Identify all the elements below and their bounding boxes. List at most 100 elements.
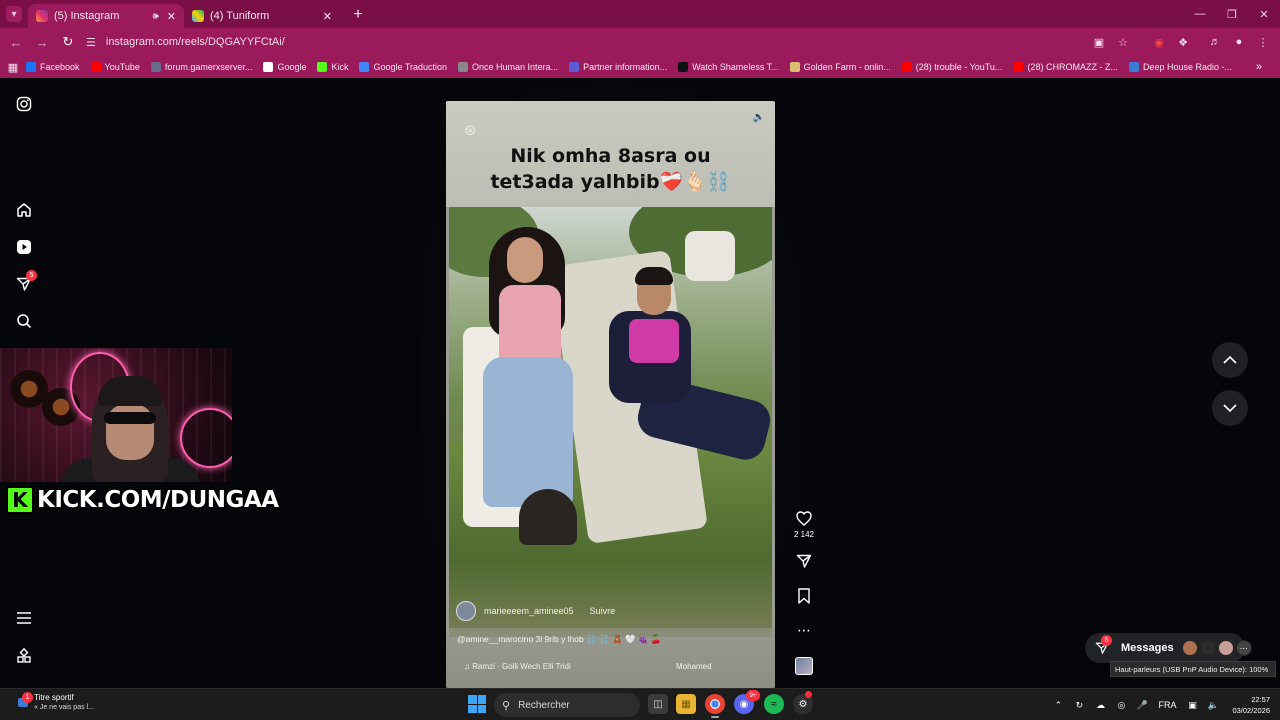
media-control-icon[interactable]: ♬ — [1204, 31, 1226, 53]
speaker-icon[interactable]: 🔈 — [1204, 700, 1222, 711]
bookmark-item[interactable]: (28) CHROMAZZ - Z... — [1013, 62, 1118, 72]
show-hidden-icons-icon[interactable]: ⌃ — [1049, 700, 1067, 711]
tab-instagram[interactable]: (5) Instagram 🕪 ✕ — [28, 4, 184, 28]
minimize-button[interactable]: — — [1184, 0, 1216, 28]
bookmark-favicon-icon — [317, 62, 328, 72]
more-bookmarks-icon[interactable]: » — [1256, 61, 1262, 73]
capcut-watermark-icon: ⊛ — [464, 122, 477, 139]
bookmark-item[interactable]: Kick — [317, 62, 348, 72]
bookmark-item[interactable]: Google Traduction — [359, 62, 447, 72]
handbag — [519, 489, 577, 545]
audio-thumbnail-icon[interactable] — [795, 657, 813, 675]
author-avatar[interactable] — [456, 601, 476, 621]
close-tab-icon[interactable]: ✕ — [323, 10, 332, 23]
reel-video[interactable]: ⊛ 🔈 Nik omha 8asra ou tet3ada yalhbib❤️‍… — [446, 101, 775, 688]
avatar — [1181, 640, 1198, 656]
instagram-logo-icon[interactable] — [14, 94, 34, 114]
more-options-icon[interactable]: ⋮ — [1252, 31, 1274, 53]
search-icon[interactable] — [14, 311, 34, 331]
language-indicator[interactable]: FRA — [1154, 700, 1180, 710]
reels-icon[interactable] — [14, 237, 34, 257]
bookmark-item[interactable]: YouTube — [90, 62, 140, 72]
clock-date: 03/02/2026 — [1232, 706, 1270, 715]
bookmark-label: Deep House Radio -... — [1142, 62, 1232, 72]
extensions-puzzle-icon[interactable]: ❖ — [1172, 31, 1194, 53]
discord-icon[interactable]: ◉ 9+ — [734, 690, 760, 714]
close-window-button[interactable]: ✕ — [1248, 0, 1280, 28]
tab-title: (4) Tuniform — [210, 10, 270, 22]
clock[interactable]: 22:57 03/02/2026 — [1232, 694, 1270, 716]
maximize-button[interactable]: ❐ — [1216, 0, 1248, 28]
tab-title: (5) Instagram — [54, 10, 120, 22]
bookmark-item[interactable]: Once Human Intera... — [458, 62, 558, 72]
like-count: 2 142 — [793, 530, 815, 539]
network-icon[interactable]: ▣ — [1183, 700, 1201, 711]
steam-icon[interactable]: ⚙ — [793, 691, 813, 714]
tab-search-button[interactable]: ▾ — [0, 0, 28, 28]
more-options-icon[interactable]: ⋯ — [794, 620, 814, 640]
bookmark-item[interactable]: forum.gamerxserver... — [150, 62, 252, 72]
task-view-icon[interactable]: ◫ — [648, 694, 668, 714]
sync-icon[interactable]: ↻ — [1070, 700, 1088, 711]
site-info-icon[interactable]: ☰ — [86, 36, 96, 49]
volume-icon[interactable]: 🔈 — [751, 109, 767, 125]
audio-artist[interactable]: Mohamed — [676, 662, 712, 671]
bookmark-label: Google Traduction — [373, 62, 448, 72]
messages-button[interactable]: 5 Messages ⋯ — [1085, 633, 1252, 663]
bookmark-item[interactable]: (28) trouble - YouTu... — [901, 62, 1003, 72]
profile-avatar-icon[interactable]: ● — [1228, 31, 1250, 53]
bookmark-item[interactable]: Deep House Radio -... — [1128, 62, 1232, 72]
address-bar[interactable]: ☰ instagram.com/reels/DQGAYYFCtAi/ — [80, 31, 1140, 53]
reel-description[interactable]: @amine__marocino 3l 9rib y lhob ⛓️ ⛓️ 🧸 … — [457, 634, 661, 645]
author-username[interactable]: marieeeem_aminee05 — [484, 606, 574, 616]
home-icon[interactable] — [14, 200, 34, 220]
bookmark-label: Watch Shameless T... — [692, 62, 779, 72]
like-heart-icon[interactable] — [794, 508, 814, 528]
bookmark-item[interactable]: Facebook — [26, 62, 80, 72]
bookmark-label: (28) trouble - YouTu... — [915, 62, 1003, 72]
shield-icon[interactable]: ◎ — [1112, 700, 1130, 711]
previous-reel-button[interactable] — [1212, 342, 1248, 378]
reel-caption-area: ⊛ 🔈 Nik omha 8asra ou tet3ada yalhbib❤️‍… — [446, 101, 775, 207]
microphone-icon[interactable]: 🎤 — [1133, 700, 1151, 711]
taskbar-search[interactable]: ⚲ Rechercher — [494, 693, 640, 717]
forward-button[interactable]: → — [30, 30, 54, 54]
news-widget[interactable]: 1 Titre sportif « Je ne vais pas l... — [16, 692, 94, 711]
follow-button[interactable]: Suivre — [590, 606, 616, 616]
apps-grid-icon[interactable]: ▦ — [0, 61, 26, 74]
neon-light-decor — [180, 408, 232, 468]
toolbar-actions: ▣ ☆ ◉ ❖ ♬ ● ⋮ — [1086, 31, 1274, 53]
bookmark-label: Partner information... — [583, 62, 668, 72]
instagram-favicon-icon — [36, 10, 48, 22]
audio-playing-icon[interactable]: 🕪 — [152, 11, 158, 22]
direct-messages-icon[interactable]: 5 — [14, 270, 37, 294]
next-reel-button[interactable] — [1212, 390, 1248, 426]
bookmark-star-icon[interactable]: ☆ — [1112, 31, 1134, 53]
bookmark-item[interactable]: Google — [263, 62, 306, 72]
reel-audio[interactable]: ♫ Ramzi · Golli Wech Elli Tridi — [464, 662, 571, 671]
new-tab-button[interactable]: + — [346, 3, 370, 27]
bookmark-item[interactable]: Watch Shameless T... — [678, 62, 779, 72]
install-app-icon[interactable]: ▣ — [1088, 31, 1110, 53]
spotify-icon[interactable]: ≈ — [764, 694, 784, 714]
window-controls: — ❐ ✕ — [1184, 0, 1280, 28]
search-icon: ⚲ — [502, 699, 511, 712]
save-bookmark-icon[interactable] — [794, 586, 814, 606]
file-explorer-icon[interactable]: ▦ — [676, 694, 696, 714]
windows-start-icon[interactable] — [468, 695, 486, 713]
extension-icon[interactable]: ◉ — [1148, 31, 1170, 53]
tab-tuniform[interactable]: (4) Tuniform ✕ — [184, 4, 340, 28]
bookmark-item[interactable]: Partner information... — [569, 62, 667, 72]
clock-time: 22:57 — [1251, 695, 1270, 704]
menu-hamburger-icon[interactable] — [14, 608, 34, 628]
share-icon[interactable] — [794, 551, 814, 571]
cloud-icon[interactable]: ☁ — [1091, 700, 1109, 711]
close-tab-icon[interactable]: ✕ — [167, 10, 176, 23]
bookmark-favicon-icon — [150, 62, 161, 72]
bookmark-item[interactable]: Golden Farm - onlin... — [789, 62, 891, 72]
reload-button[interactable]: ↻ — [56, 30, 80, 54]
back-button[interactable]: ← — [4, 30, 28, 54]
chrome-icon[interactable] — [705, 694, 725, 718]
also-from-meta-icon[interactable] — [14, 646, 34, 666]
